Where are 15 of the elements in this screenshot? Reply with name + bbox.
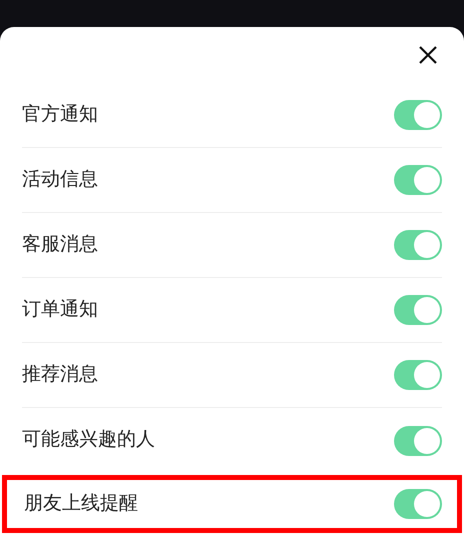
setting-label: 活动信息 (22, 168, 98, 192)
toggle-switch[interactable] (394, 295, 442, 325)
toggle-switch[interactable] (394, 426, 442, 456)
toggle-switch[interactable] (394, 489, 442, 519)
setting-label: 官方通知 (22, 102, 98, 127)
setting-label: 订单通知 (22, 298, 98, 322)
setting-label: 可能感兴趣的人 (22, 428, 155, 452)
toggle-switch[interactable] (394, 100, 442, 130)
setting-label: 推荐消息 (22, 362, 98, 387)
setting-label: 客服消息 (22, 232, 98, 257)
toggle-switch[interactable] (394, 360, 442, 390)
close-icon[interactable] (418, 45, 438, 65)
setting-label: 朋友上线提醒 (24, 492, 138, 516)
toggle-switch[interactable] (394, 165, 442, 195)
toggle-switch[interactable] (394, 230, 442, 260)
